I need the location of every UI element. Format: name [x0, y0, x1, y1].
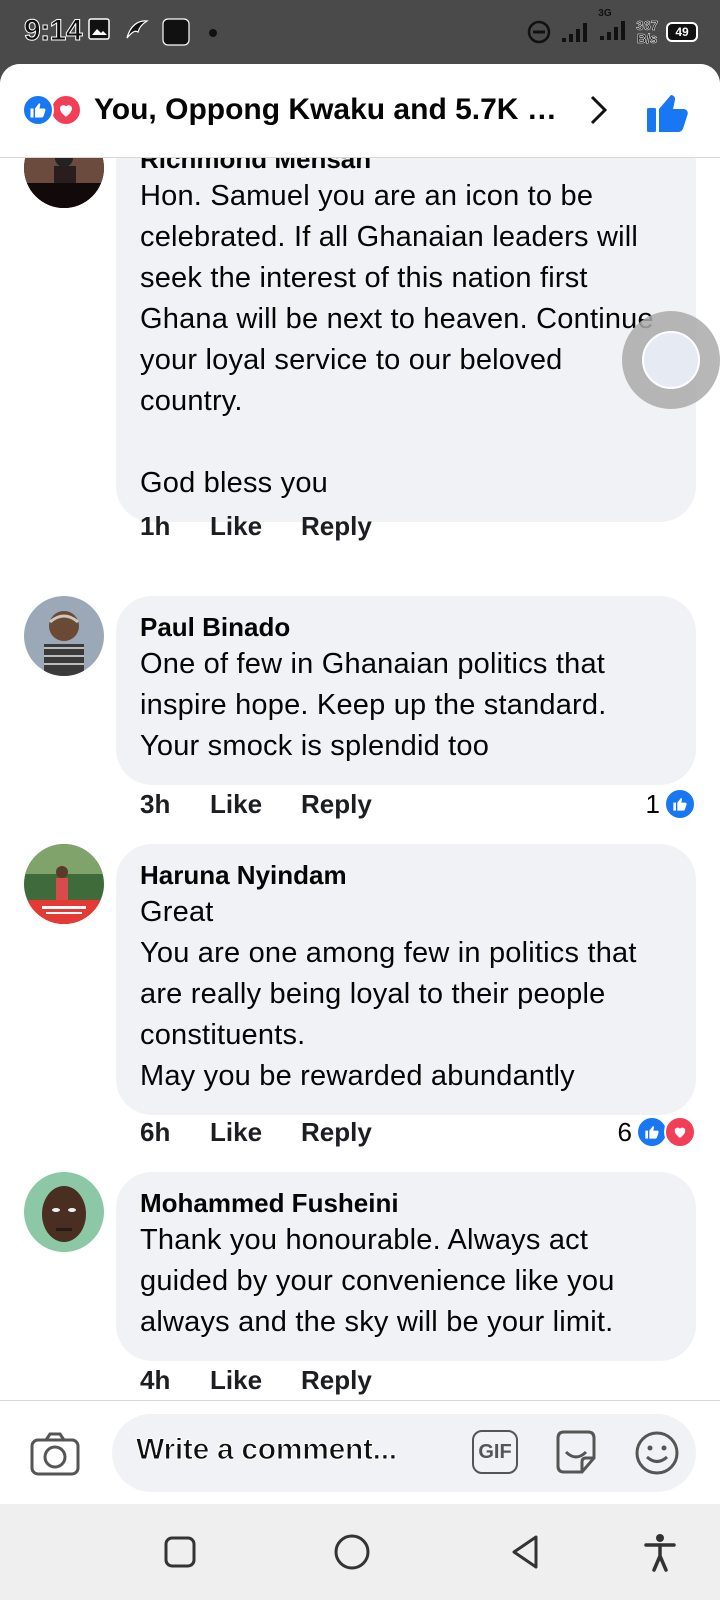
more-notifications-dot-icon	[209, 29, 217, 37]
status-time: 9:14	[23, 14, 83, 48]
comment-actions: 6h Like Reply	[140, 1112, 372, 1152]
comment-author[interactable]: Mohammed Fusheini	[140, 1186, 672, 1220]
comment-author[interactable]: Haruna Nyindam	[140, 858, 672, 892]
reply-button[interactable]: Reply	[301, 1365, 372, 1396]
emoji-icon[interactable]	[634, 1430, 680, 1476]
network-type-label: 3G	[598, 7, 612, 19]
comment-time[interactable]: 6h	[140, 1117, 210, 1148]
comment-text: Thank you honourable. Always act guided …	[140, 1224, 615, 1338]
assistive-touch-button[interactable]	[622, 311, 720, 409]
reply-button[interactable]: Reply	[301, 1117, 372, 1148]
camera-icon[interactable]	[30, 1432, 80, 1476]
comment-author[interactable]: Paul Binado	[140, 610, 672, 644]
do-not-disturb-icon	[528, 20, 551, 44]
comments-sheet: You, Oppong Kwaku and 5.7K o... Richmond…	[0, 64, 720, 1474]
reply-button[interactable]: Reply	[301, 789, 372, 820]
signal-3g-icon	[600, 20, 626, 40]
like-reaction-icon	[664, 788, 696, 820]
chevron-right-icon[interactable]	[580, 92, 616, 128]
battery-level: 49	[675, 25, 689, 39]
avatar[interactable]	[24, 596, 104, 676]
like-button[interactable]: Like	[210, 789, 301, 820]
like-button[interactable]: Like	[210, 1365, 301, 1396]
status-bar: 9:14 3G 367 B/s 49	[0, 0, 720, 64]
comment-bubble[interactable]: Mohammed Fusheini Thank you honourable. …	[116, 1172, 696, 1361]
signal-icon	[562, 23, 588, 42]
gif-label: GIF	[478, 1440, 512, 1463]
comment-time[interactable]: 3h	[140, 789, 210, 820]
header-reactions	[22, 94, 90, 126]
accessibility-icon[interactable]	[640, 1532, 680, 1572]
reaction-count: 6	[617, 1116, 632, 1147]
comment-time[interactable]: 4h	[140, 1365, 210, 1396]
comment-actions: 1h Like Reply	[140, 506, 372, 546]
comment-bubble[interactable]: Haruna Nyindam Great You are one among f…	[116, 844, 696, 1115]
recent-apps-icon[interactable]	[160, 1532, 200, 1572]
gallery-icon	[88, 18, 110, 40]
like-reaction-icon	[22, 94, 54, 126]
avatar[interactable]	[24, 844, 104, 924]
comment-reactions[interactable]: 6	[618, 1112, 696, 1152]
gif-button[interactable]: GIF	[472, 1430, 518, 1474]
reactions-header[interactable]: You, Oppong Kwaku and 5.7K o...	[0, 64, 720, 158]
thumbs-up-icon[interactable]	[644, 88, 692, 136]
comment-placeholder[interactable]: Write a comment...	[136, 1433, 398, 1467]
comment-actions: 4h Like Reply	[140, 1360, 372, 1400]
assistive-touch-inner	[642, 331, 700, 389]
network-speed-unit: B/s	[637, 31, 658, 46]
comment-bubble[interactable]: Richmond Mensah Hon. Samuel you are an i…	[116, 158, 696, 522]
signal-3g-group: 3G	[598, 8, 628, 47]
comment-text: One of few in Ghanaian politics that ins…	[140, 648, 607, 762]
reactions-summary[interactable]: You, Oppong Kwaku and 5.7K o...	[94, 90, 564, 130]
app-notification-icon-2	[162, 18, 190, 46]
app-notification-icon	[126, 20, 149, 39]
comment-author[interactable]: Richmond Mensah	[140, 158, 672, 176]
like-button[interactable]: Like	[210, 511, 301, 542]
status-right-group: 3G 367 B/s 49	[526, 8, 698, 50]
sticker-icon[interactable]	[552, 1428, 600, 1476]
comment-text: Great You are one among few in politics …	[140, 896, 637, 1092]
comment-reactions[interactable]: 1	[646, 784, 696, 824]
like-button[interactable]: Like	[210, 1117, 301, 1148]
comment-bubble[interactable]: Paul Binado One of few in Ghanaian polit…	[116, 596, 696, 785]
system-nav-bar	[0, 1504, 720, 1600]
love-reaction-icon	[50, 94, 82, 126]
comment-actions: 3h Like Reply	[140, 784, 372, 824]
battery-icon: 49	[666, 22, 698, 42]
comment-text: Hon. Samuel you are an icon to be celebr…	[140, 180, 654, 499]
reaction-count: 1	[645, 788, 660, 819]
avatar[interactable]	[24, 1172, 104, 1252]
network-speed: 367 B/s	[636, 19, 658, 46]
comments-list[interactable]: Richmond Mensah Hon. Samuel you are an i…	[0, 158, 720, 1474]
love-reaction-icon	[664, 1116, 696, 1148]
home-icon[interactable]	[332, 1532, 372, 1572]
avatar[interactable]	[24, 158, 104, 208]
reply-button[interactable]: Reply	[301, 511, 372, 542]
comment-time[interactable]: 1h	[140, 511, 210, 542]
back-icon[interactable]	[506, 1532, 546, 1572]
